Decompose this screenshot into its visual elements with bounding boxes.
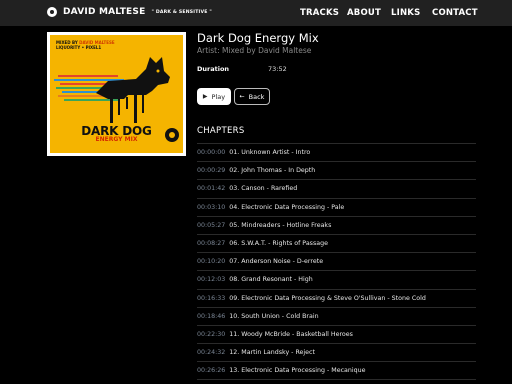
chapter-title: 07. Anderson Noise - D-errete bbox=[229, 258, 324, 266]
chapter-item[interactable]: 00:05:27 05. Mindreaders - Hotline Freaks bbox=[197, 217, 476, 235]
chapter-item[interactable]: 00:16:33 09. Electronic Data Processing &… bbox=[197, 290, 476, 308]
chapter-item[interactable]: 00:18:46 10. South Union - Cold Brain bbox=[197, 308, 476, 326]
chapter-title: 05. Mindreaders - Hotline Freaks bbox=[229, 221, 332, 229]
chapter-title: 09. Electronic Data Processing & Steve O… bbox=[229, 294, 426, 302]
chapter-time[interactable]: 00:26:26 bbox=[197, 367, 225, 374]
chapter-title: 02. John Thomas - In Depth bbox=[229, 167, 316, 175]
nav-links[interactable]: LINKS bbox=[391, 8, 420, 18]
duration-label: Duration bbox=[197, 65, 230, 73]
chapter-time[interactable]: 00:00:29 bbox=[197, 167, 225, 174]
chapter-time[interactable]: 00:08:27 bbox=[197, 240, 225, 247]
chapter-title: 01. Unknown Artist - Intro bbox=[229, 149, 311, 157]
chapter-time[interactable]: 00:05:27 bbox=[197, 222, 225, 229]
play-button[interactable]: ▶ Play bbox=[197, 88, 231, 105]
chapter-time[interactable]: 00:22:30 bbox=[197, 331, 225, 338]
chapter-time[interactable]: 00:24:32 bbox=[197, 349, 225, 356]
chapter-title: 13. Electronic Data Processing - Mecaniq… bbox=[229, 367, 366, 375]
brand-tagline: " DARK & SENSITIVE " bbox=[151, 9, 212, 15]
chapter-title: 10. South Union - Cold Brain bbox=[229, 312, 319, 320]
cover-artwork: MIXED BY DAVID MALTESE LIQUORITY • PIXEL… bbox=[50, 35, 183, 153]
chapter-item[interactable]: 00:22:30 11. Woody McBride - Basketball H… bbox=[197, 326, 476, 345]
chapter-time[interactable]: 00:18:46 bbox=[197, 313, 225, 320]
chapter-time[interactable]: 00:10:20 bbox=[197, 258, 225, 265]
nav-tracks[interactable]: TRACKS bbox=[300, 8, 339, 18]
nav-about[interactable]: ABOUT bbox=[347, 8, 381, 18]
arrow-left-icon: ← bbox=[239, 93, 245, 100]
chapter-list: 00:00:00 01. Unknown Artist - Intro 00:00… bbox=[197, 143, 476, 381]
chapter-item[interactable]: 00:00:29 02. John Thomas - In Depth bbox=[197, 162, 476, 181]
chapter-time[interactable]: 00:03:10 bbox=[197, 204, 225, 211]
chapter-title: 04. Electronic Data Processing - Pale bbox=[229, 203, 345, 211]
back-label: Back bbox=[248, 92, 265, 101]
chapter-item[interactable]: 00:01:42 03. Canson - Rarefied bbox=[197, 180, 476, 199]
back-button[interactable]: ← Back bbox=[234, 88, 270, 105]
chapter-time[interactable]: 00:00:00 bbox=[197, 149, 225, 156]
album-cover: MIXED BY DAVID MALTESE LIQUORITY • PIXEL… bbox=[47, 32, 186, 156]
chapter-title: 06. S.W.A.T. - Rights of Passage bbox=[229, 240, 328, 248]
mix-artist: Artist: Mixed by David Maltese bbox=[197, 46, 312, 55]
chapter-item[interactable]: 00:10:20 07. Anderson Noise - D-errete bbox=[197, 253, 476, 272]
nav-contact[interactable]: CONTACT bbox=[432, 8, 478, 18]
duration-value: 73:52 bbox=[268, 65, 287, 73]
cover-subtitle: ENERGY MIX bbox=[95, 136, 138, 143]
chapter-item[interactable]: 00:08:27 06. S.W.A.T. - Rights of Passage bbox=[197, 235, 476, 254]
top-navigation-bar: DAVID MALTESE " DARK & SENSITIVE " TRACK… bbox=[0, 0, 512, 26]
chapter-title: 08. Grand Resonant - High bbox=[229, 276, 313, 284]
brand-logo-icon bbox=[47, 7, 57, 17]
chapter-item[interactable]: 00:26:26 13. Electronic Data Processing -… bbox=[197, 362, 476, 381]
play-icon: ▶ bbox=[202, 93, 208, 100]
mix-title: Dark Dog Energy Mix bbox=[197, 31, 319, 45]
chapter-title: 12. Martin Landsky - Reject bbox=[229, 349, 315, 357]
label-logo-icon bbox=[165, 128, 179, 142]
chapters-heading: CHAPTERS bbox=[197, 126, 245, 136]
chapter-title: 03. Canson - Rarefied bbox=[229, 185, 298, 193]
chapter-item[interactable]: 00:00:00 01. Unknown Artist - Intro bbox=[197, 144, 476, 163]
play-label: Play bbox=[211, 92, 226, 101]
chapter-time[interactable]: 00:12:03 bbox=[197, 276, 225, 283]
chapter-time[interactable]: 00:01:42 bbox=[197, 185, 225, 192]
brand[interactable]: DAVID MALTESE " DARK & SENSITIVE " bbox=[47, 7, 212, 17]
brand-name: DAVID MALTESE bbox=[63, 7, 146, 17]
chapter-title: 11. Woody McBride - Basketball Heroes bbox=[229, 330, 353, 338]
chapter-time[interactable]: 00:16:33 bbox=[197, 295, 225, 302]
chapter-item[interactable]: 00:03:10 04. Electronic Data Processing -… bbox=[197, 199, 476, 217]
chapter-item[interactable]: 00:24:32 12. Martin Landsky - Reject bbox=[197, 344, 476, 363]
chapter-item[interactable]: 00:12:03 08. Grand Resonant - High bbox=[197, 271, 476, 290]
